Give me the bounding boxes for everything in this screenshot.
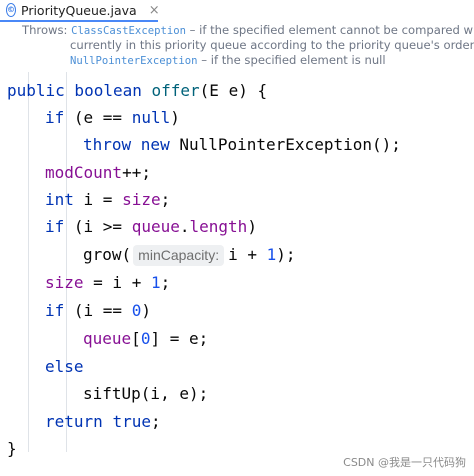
code-line-12: siftUp(i, e); bbox=[83, 384, 209, 403]
code-line-5: int i = size; bbox=[45, 190, 171, 209]
doc-link-classcastexception[interactable]: ClassCastException bbox=[71, 25, 186, 37]
doc-line-2: currently in this priority queue accordi… bbox=[70, 38, 474, 52]
tab-title: PriorityQueue.java bbox=[21, 2, 137, 18]
indent-guide bbox=[28, 72, 29, 452]
code-line-6: if (i >= queue.length) bbox=[45, 217, 257, 236]
editor-tab-bar: © PriorityQueue.java × bbox=[0, 0, 474, 22]
watermark: CSDN @我是一只代码狗 bbox=[343, 456, 466, 469]
code-line-10: queue[0] = e; bbox=[83, 329, 209, 348]
code-line-3: throw new NullPointerException(); bbox=[83, 135, 401, 154]
code-line-2: if (e == null) bbox=[45, 108, 180, 127]
doc-line-throws: Throws: ClassCastException – if the spec… bbox=[22, 23, 474, 37]
code-line-11: else bbox=[45, 357, 84, 376]
code-line-1: public boolean offer(E e) { bbox=[7, 81, 268, 100]
code-line-9: if (i == 0) bbox=[45, 301, 151, 320]
code-line-4: modCount++; bbox=[45, 163, 151, 182]
doc-link-nullpointerexception[interactable]: NullPointerException bbox=[70, 55, 198, 67]
doc-line-npe: NullPointerException – if the specified … bbox=[70, 53, 386, 67]
tab-priorityqueue-java[interactable]: © PriorityQueue.java × bbox=[0, 0, 160, 22]
parameter-hint-mincapacity: minCapacity: bbox=[133, 245, 225, 266]
code-editor[interactable]: public boolean offer(E e) { if (e == nul… bbox=[0, 72, 474, 458]
code-line-8: size = i + 1; bbox=[45, 273, 171, 292]
java-class-icon: © bbox=[6, 3, 16, 17]
close-icon[interactable]: × bbox=[149, 3, 160, 18]
code-line-14: } bbox=[7, 439, 17, 458]
code-line-13: return true; bbox=[45, 412, 161, 431]
javadoc-render: Throws: ClassCastException – if the spec… bbox=[0, 22, 474, 70]
code-line-7: grow(minCapacity: i + 1); bbox=[83, 245, 296, 266]
